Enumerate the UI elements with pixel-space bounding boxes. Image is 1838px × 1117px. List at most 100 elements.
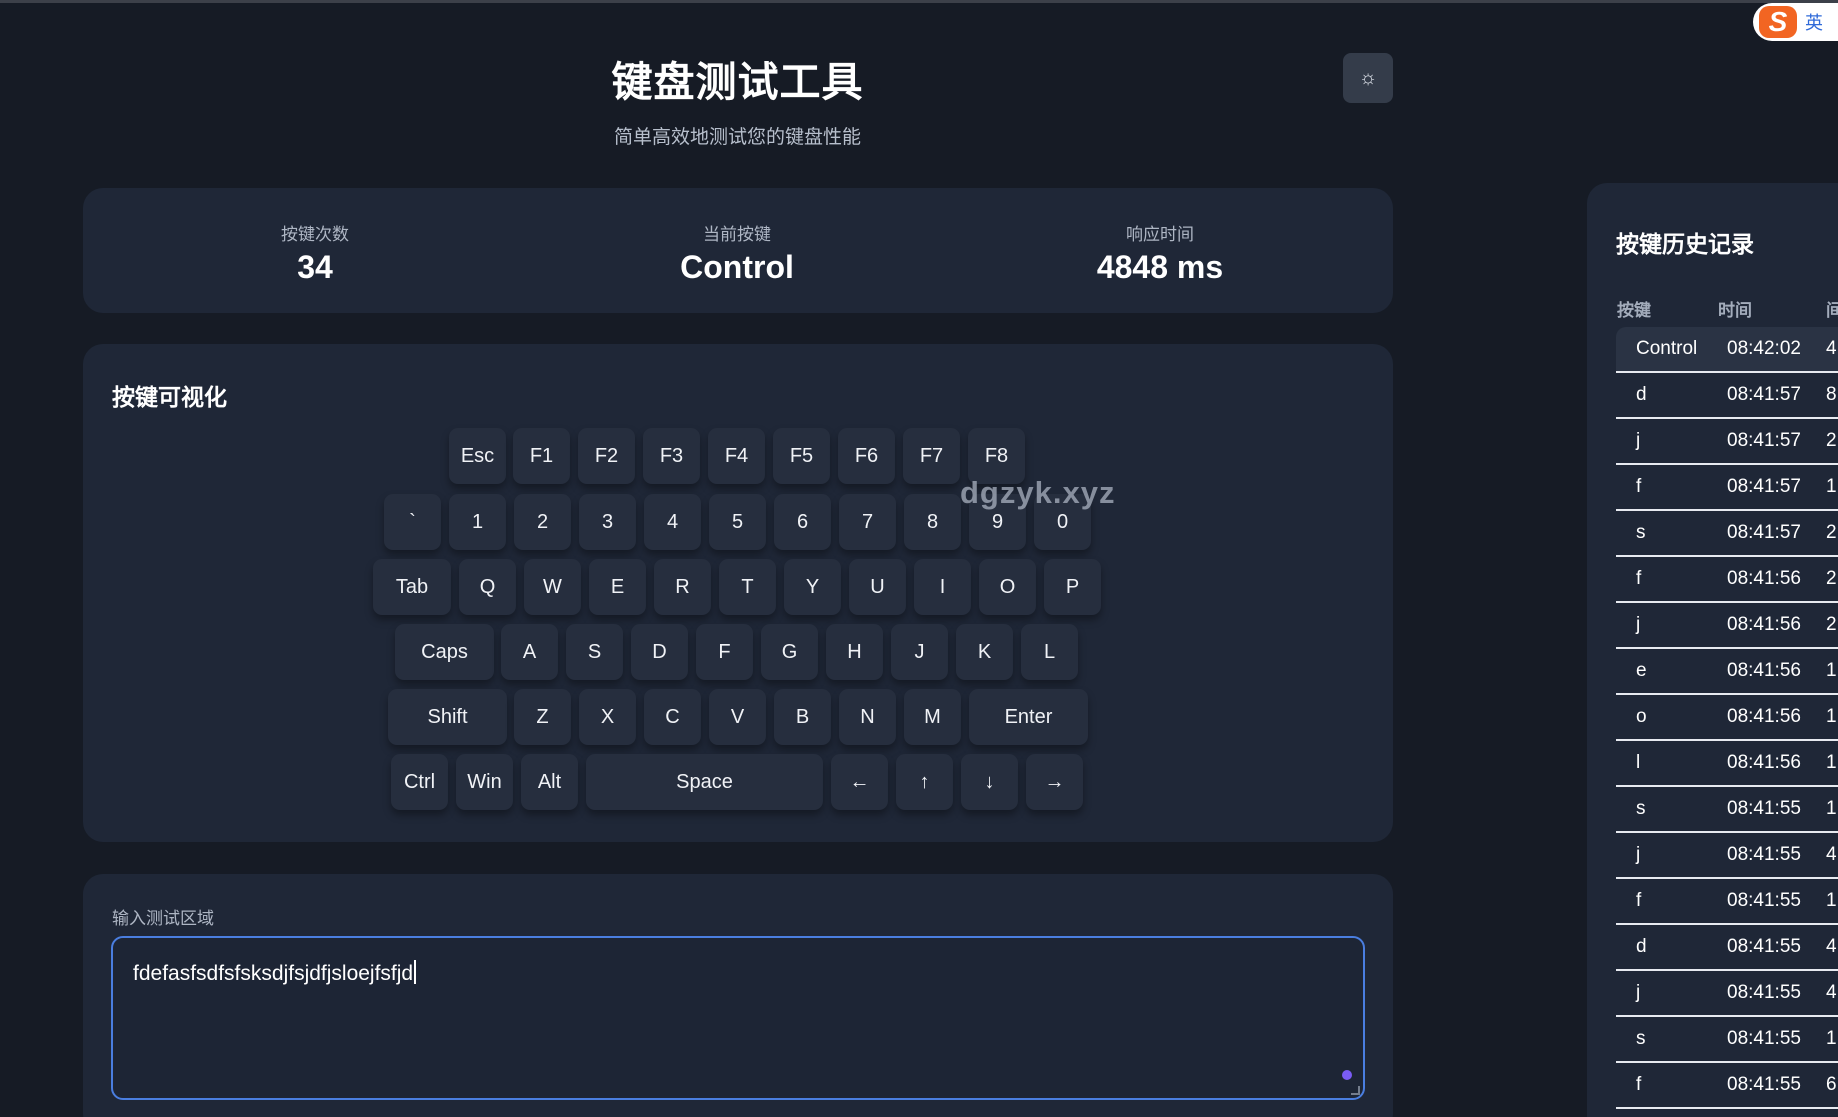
key-e[interactable]: E (589, 559, 646, 615)
key-i[interactable]: I (914, 559, 971, 615)
history-time: 08:41:56 (1727, 706, 1801, 727)
history-key: f (1636, 1074, 1642, 1095)
history-key: j (1636, 982, 1641, 1003)
key-n[interactable]: N (839, 689, 896, 745)
stat-value: 4848 ms (1096, 249, 1224, 285)
history-interval: 1 (1826, 752, 1837, 773)
key-8[interactable]: 8 (904, 494, 961, 550)
history-key: j (1636, 430, 1641, 451)
history-key: s (1636, 1028, 1646, 1049)
key-d[interactable]: D (631, 624, 688, 680)
key-win[interactable]: Win (456, 754, 513, 810)
key-y[interactable]: Y (784, 559, 841, 615)
key-arrow-right[interactable]: → (1026, 754, 1083, 810)
key-arrow-left[interactable]: ← (831, 754, 888, 810)
key-ctrl[interactable]: Ctrl (391, 754, 448, 810)
history-row: s 08:41:55 1 (1616, 1017, 1838, 1063)
history-row: j 08:41:56 2 (1616, 603, 1838, 649)
history-time: 08:41:55 (1727, 936, 1801, 957)
history-interval: 6 (1826, 1074, 1837, 1095)
history-time: 08:41:57 (1727, 384, 1801, 405)
stat-key-count: 按键次数 34 (165, 220, 465, 286)
key-alt[interactable]: Alt (521, 754, 578, 810)
key-f2[interactable]: F2 (578, 428, 635, 484)
stats-panel: 按键次数 34 当前按键 Control 响应时间 4848 ms (83, 188, 1393, 313)
history-row: f 08:41:55 6 (1616, 1063, 1838, 1109)
key-t[interactable]: T (719, 559, 776, 615)
key-m[interactable]: M (904, 689, 961, 745)
key-h[interactable]: H (826, 624, 883, 680)
key-z[interactable]: Z (514, 689, 571, 745)
resize-handle-icon[interactable] (1351, 1086, 1360, 1095)
history-interval: 2 (1826, 522, 1837, 543)
history-key: f (1636, 890, 1642, 911)
history-col-key: 按键 (1617, 301, 1651, 320)
key-f1[interactable]: F1 (513, 428, 570, 484)
history-interval: 2 (1826, 568, 1837, 589)
history-interval: 1 (1826, 706, 1837, 727)
key-f3[interactable]: F3 (643, 428, 700, 484)
history-row: o 08:41:56 1 (1616, 695, 1838, 741)
history-time: 08:41:55 (1727, 890, 1801, 911)
key-p[interactable]: P (1044, 559, 1101, 615)
key-5[interactable]: 5 (709, 494, 766, 550)
key-esc[interactable]: Esc (449, 428, 506, 484)
test-input-textarea[interactable]: fdefasfsdfsfsksdjfsjdfjsloejfsfjd (111, 936, 1365, 1100)
key-1[interactable]: 1 (449, 494, 506, 550)
history-interval: 1 (1826, 1028, 1837, 1049)
key-arrow-down[interactable]: ↓ (961, 754, 1018, 810)
key-v[interactable]: V (709, 689, 766, 745)
key-f6[interactable]: F6 (838, 428, 895, 484)
key-x[interactable]: X (579, 689, 636, 745)
key-tab[interactable]: Tab (373, 559, 451, 615)
key-f7[interactable]: F7 (903, 428, 960, 484)
key-arrow-up[interactable]: ↑ (896, 754, 953, 810)
key-f5[interactable]: F5 (773, 428, 830, 484)
key-o[interactable]: O (979, 559, 1036, 615)
ime-indicator[interactable]: S 英 (1753, 3, 1838, 41)
history-interval: 2 (1826, 430, 1837, 451)
stat-label: 当前按键 (703, 225, 771, 244)
key-f[interactable]: F (696, 624, 753, 680)
key-s[interactable]: S (566, 624, 623, 680)
history-key: e (1636, 660, 1647, 681)
key-g[interactable]: G (761, 624, 818, 680)
key-k[interactable]: K (956, 624, 1013, 680)
key-4[interactable]: 4 (644, 494, 701, 550)
key-caps[interactable]: Caps (395, 624, 494, 680)
key-w[interactable]: W (524, 559, 581, 615)
page-title: 键盘测试工具 (611, 59, 864, 105)
key-backtick[interactable]: ` (384, 494, 441, 550)
key-space[interactable]: Space (586, 754, 823, 810)
theme-toggle-button[interactable]: ☼ (1343, 53, 1393, 103)
history-row: s 08:41:55 1 (1616, 787, 1838, 833)
key-6[interactable]: 6 (774, 494, 831, 550)
key-b[interactable]: B (774, 689, 831, 745)
key-f4[interactable]: F4 (708, 428, 765, 484)
history-interval: 4 (1826, 338, 1837, 359)
keyboard-panel-title: 按键可视化 (112, 384, 227, 410)
key-a[interactable]: A (501, 624, 558, 680)
key-j[interactable]: J (891, 624, 948, 680)
history-row: d 08:41:57 8 (1616, 373, 1838, 419)
key-q[interactable]: Q (459, 559, 516, 615)
history-interval: 4 (1826, 982, 1837, 1003)
sogou-logo-icon: S (1759, 6, 1797, 38)
key-enter[interactable]: Enter (969, 689, 1088, 745)
key-shift[interactable]: Shift (388, 689, 507, 745)
history-key: f (1636, 568, 1642, 589)
key-l[interactable]: L (1021, 624, 1078, 680)
input-text: fdefasfsdfsfsksdjfsjdfjsloejfsfjd (133, 962, 414, 985)
key-7[interactable]: 7 (839, 494, 896, 550)
key-c[interactable]: C (644, 689, 701, 745)
sun-icon: ☼ (1358, 66, 1378, 89)
history-key: f (1636, 476, 1642, 497)
status-dot-icon (1342, 1070, 1352, 1080)
key-u[interactable]: U (849, 559, 906, 615)
key-2[interactable]: 2 (514, 494, 571, 550)
key-3[interactable]: 3 (579, 494, 636, 550)
history-key: s (1636, 522, 1646, 543)
key-r[interactable]: R (654, 559, 711, 615)
history-time: 08:41:56 (1727, 752, 1801, 773)
history-key: l (1636, 752, 1641, 773)
